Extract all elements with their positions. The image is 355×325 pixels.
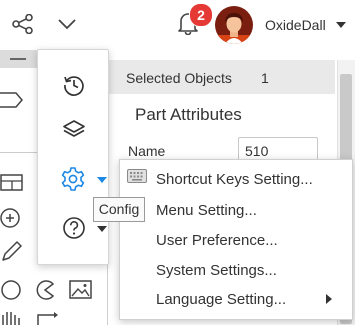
minimize-icon[interactable] <box>10 58 26 60</box>
share-icon[interactable] <box>12 14 34 34</box>
settings-menu: Shortcut Keys Setting... Menu Setting...… <box>119 159 353 320</box>
notification-badge: 2 <box>189 3 213 27</box>
pencil-icon[interactable] <box>0 240 24 264</box>
config-tooltip: Config <box>93 197 145 222</box>
selected-objects-header: Selected Objects 1 <box>108 60 335 94</box>
keyboard-icon <box>127 169 147 183</box>
chevron-down-icon[interactable] <box>57 18 77 30</box>
user-preference-item[interactable]: User Preference... <box>156 232 278 249</box>
name-label: Name <box>128 143 166 159</box>
help-icon[interactable] <box>62 216 86 240</box>
pie-shape-icon[interactable] <box>34 279 58 301</box>
image-icon[interactable] <box>68 279 94 301</box>
gear-icon[interactable] <box>60 166 86 192</box>
avatar[interactable] <box>214 5 254 45</box>
connector-icon[interactable] <box>34 309 60 325</box>
hand-icon[interactable] <box>0 309 26 325</box>
shortcut-keys-setting-item[interactable]: Shortcut Keys Setting... <box>156 171 313 188</box>
layers-icon[interactable] <box>62 118 86 142</box>
circle-shape-icon[interactable] <box>0 279 24 301</box>
system-settings-item[interactable]: System Settings... <box>156 262 277 279</box>
add-circle-icon[interactable] <box>0 207 24 231</box>
history-icon[interactable] <box>62 73 86 97</box>
language-setting-item[interactable]: Language Setting... <box>156 291 286 308</box>
user-caret-icon[interactable] <box>336 22 346 28</box>
submenu-arrow-icon <box>326 294 332 304</box>
help-caret-icon[interactable] <box>97 226 107 232</box>
username-label[interactable]: OxideDall <box>265 17 326 33</box>
palette-divider <box>0 152 40 153</box>
menu-setting-item[interactable]: Menu Setting... <box>156 202 257 219</box>
selected-objects-count: 1 <box>261 70 269 86</box>
table-icon[interactable] <box>0 173 24 193</box>
selected-objects-title: Selected Objects <box>126 70 232 86</box>
part-attributes-title[interactable]: Part Attributes <box>135 105 242 125</box>
gear-caret-icon[interactable] <box>97 177 107 183</box>
tag-shape-icon[interactable] <box>0 90 24 110</box>
